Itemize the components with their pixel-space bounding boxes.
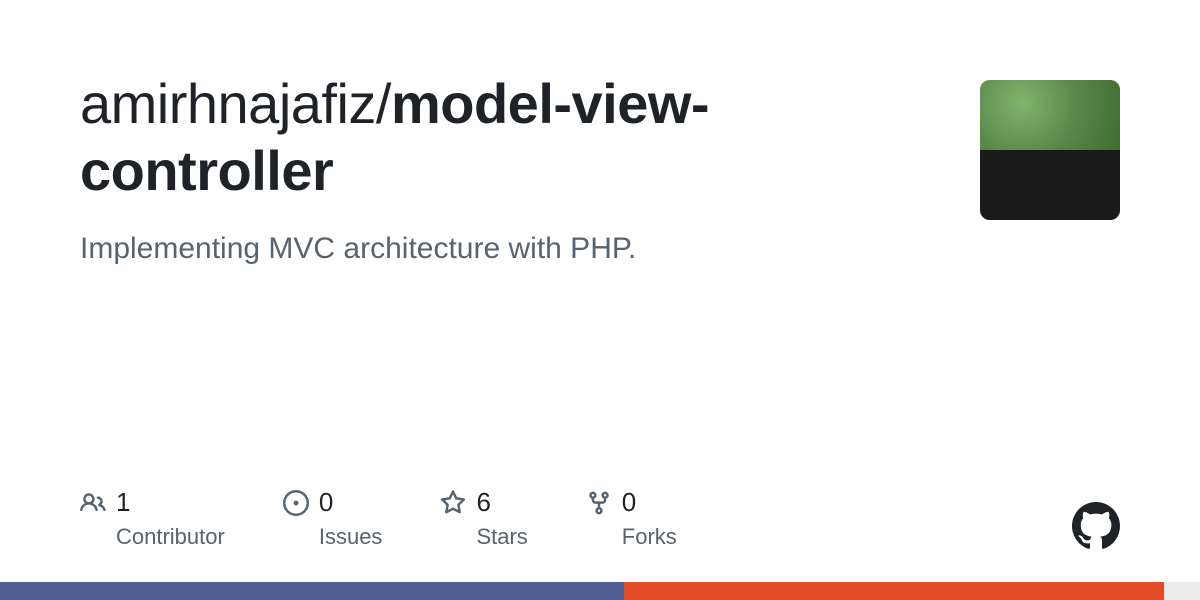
repo-description: Implementing MVC architecture with PHP. <box>80 228 900 270</box>
stat-stars[interactable]: 6 Stars <box>440 487 527 550</box>
github-logo-icon[interactable] <box>1072 502 1120 550</box>
stars-count: 6 <box>476 487 490 518</box>
language-segment-other <box>1164 582 1200 600</box>
repo-owner[interactable]: amirhnajafiz <box>80 72 376 135</box>
language-segment-php <box>0 582 624 600</box>
issues-count: 0 <box>319 487 333 518</box>
people-icon <box>80 490 106 516</box>
star-icon <box>440 490 466 516</box>
fork-icon <box>586 490 612 516</box>
repo-title[interactable]: amirhnajafiz/model-view-controller <box>80 70 900 204</box>
stat-forks[interactable]: 0 Forks <box>586 487 677 550</box>
forks-label: Forks <box>622 524 677 550</box>
stat-contributors[interactable]: 1 Contributor <box>80 487 225 550</box>
forks-count: 0 <box>622 487 636 518</box>
contributors-count: 1 <box>116 487 130 518</box>
contributors-label: Contributor <box>116 524 225 550</box>
language-bar <box>0 582 1200 600</box>
issues-label: Issues <box>319 524 383 550</box>
repo-stats: 1 Contributor 0 Issues 6 Stars 0 Forks <box>80 487 677 550</box>
issue-icon <box>283 490 309 516</box>
avatar[interactable] <box>980 80 1120 220</box>
repo-card-content: amirhnajafiz/model-view-controller Imple… <box>0 0 1200 270</box>
stat-issues[interactable]: 0 Issues <box>283 487 383 550</box>
repo-main-text: amirhnajafiz/model-view-controller Imple… <box>80 70 900 270</box>
language-segment-html <box>624 582 1164 600</box>
stars-label: Stars <box>476 524 527 550</box>
